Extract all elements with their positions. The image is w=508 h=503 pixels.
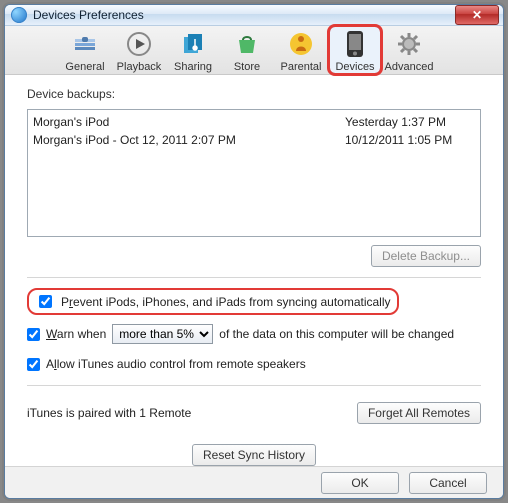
device-backups-label: Device backups: xyxy=(27,87,481,101)
forget-all-remotes-button[interactable]: Forget All Remotes xyxy=(357,402,481,424)
prevent-sync-label[interactable]: Prevent iPods, iPhones, and iPads from s… xyxy=(61,295,391,309)
tab-label: Sharing xyxy=(174,61,212,73)
sharing-icon xyxy=(179,30,207,58)
tab-playback[interactable]: Playback xyxy=(113,26,165,74)
backup-time: Yesterday 1:37 PM xyxy=(345,115,475,129)
remotes-status: iTunes is paired with 1 Remote xyxy=(27,406,191,420)
tab-store[interactable]: Store xyxy=(221,26,273,74)
ok-button[interactable]: OK xyxy=(321,472,399,494)
dialog-footer: OK Cancel xyxy=(5,466,503,498)
tab-sharing[interactable]: Sharing xyxy=(167,26,219,74)
warn-label-before[interactable]: Warn when xyxy=(46,327,106,341)
backup-row[interactable]: Morgan's iPod Yesterday 1:37 PM xyxy=(33,113,475,131)
tab-label: Parental xyxy=(281,61,322,73)
devices-icon xyxy=(341,30,369,58)
audio-row: Allow iTunes audio control from remote s… xyxy=(27,353,481,375)
backup-row[interactable]: Morgan's iPod - Oct 12, 2011 2:07 PM 10/… xyxy=(33,131,475,149)
backup-name: Morgan's iPod - Oct 12, 2011 2:07 PM xyxy=(33,133,345,147)
warn-row: Warn when more than 5% of the data on th… xyxy=(27,323,481,345)
remote-audio-checkbox[interactable] xyxy=(27,358,40,371)
reset-sync-history-button[interactable]: Reset Sync History xyxy=(192,444,316,466)
playback-icon xyxy=(125,30,153,58)
tab-parental[interactable]: Parental xyxy=(275,26,327,74)
tab-label: Advanced xyxy=(385,61,434,73)
tab-label: Playback xyxy=(117,61,162,73)
prevent-sync-highlight: Prevent iPods, iPhones, and iPads from s… xyxy=(27,288,399,315)
window-title: Devices Preferences xyxy=(33,8,144,22)
tab-general[interactable]: General xyxy=(59,26,111,74)
remote-audio-label[interactable]: Allow iTunes audio control from remote s… xyxy=(46,357,306,371)
close-icon: ✕ xyxy=(472,8,482,22)
warn-checkbox[interactable] xyxy=(27,328,40,341)
remotes-row: iTunes is paired with 1 Remote Forget Al… xyxy=(27,402,481,424)
warn-label-after: of the data on this computer will be cha… xyxy=(219,327,454,341)
backups-list[interactable]: Morgan's iPod Yesterday 1:37 PM Morgan's… xyxy=(27,109,481,237)
backup-name: Morgan's iPod xyxy=(33,115,345,129)
tab-label: General xyxy=(65,61,104,73)
general-icon xyxy=(71,30,99,58)
parental-icon xyxy=(287,30,315,58)
itunes-app-icon xyxy=(11,7,27,23)
preferences-window: Devices Preferences ✕ General Playback S… xyxy=(4,4,504,499)
cancel-button[interactable]: Cancel xyxy=(409,472,487,494)
preferences-toolbar: General Playback Sharing Store Parental xyxy=(5,26,503,75)
tab-label: Devices xyxy=(335,61,374,73)
delete-backup-button[interactable]: Delete Backup... xyxy=(371,245,481,267)
prevent-sync-checkbox[interactable] xyxy=(39,295,52,308)
warn-threshold-select[interactable]: more than 5% xyxy=(112,324,213,344)
tab-label: Store xyxy=(234,61,260,73)
content-area: Device backups: Morgan's iPod Yesterday … xyxy=(5,75,503,466)
store-icon xyxy=(233,30,261,58)
backup-time: 10/12/2011 1:05 PM xyxy=(345,133,475,147)
titlebar: Devices Preferences ✕ xyxy=(5,5,503,26)
advanced-icon xyxy=(395,30,423,58)
separator xyxy=(27,385,481,386)
tab-devices[interactable]: Devices xyxy=(329,26,381,74)
close-button[interactable]: ✕ xyxy=(455,5,499,25)
tab-advanced[interactable]: Advanced xyxy=(383,26,435,74)
separator xyxy=(27,277,481,278)
